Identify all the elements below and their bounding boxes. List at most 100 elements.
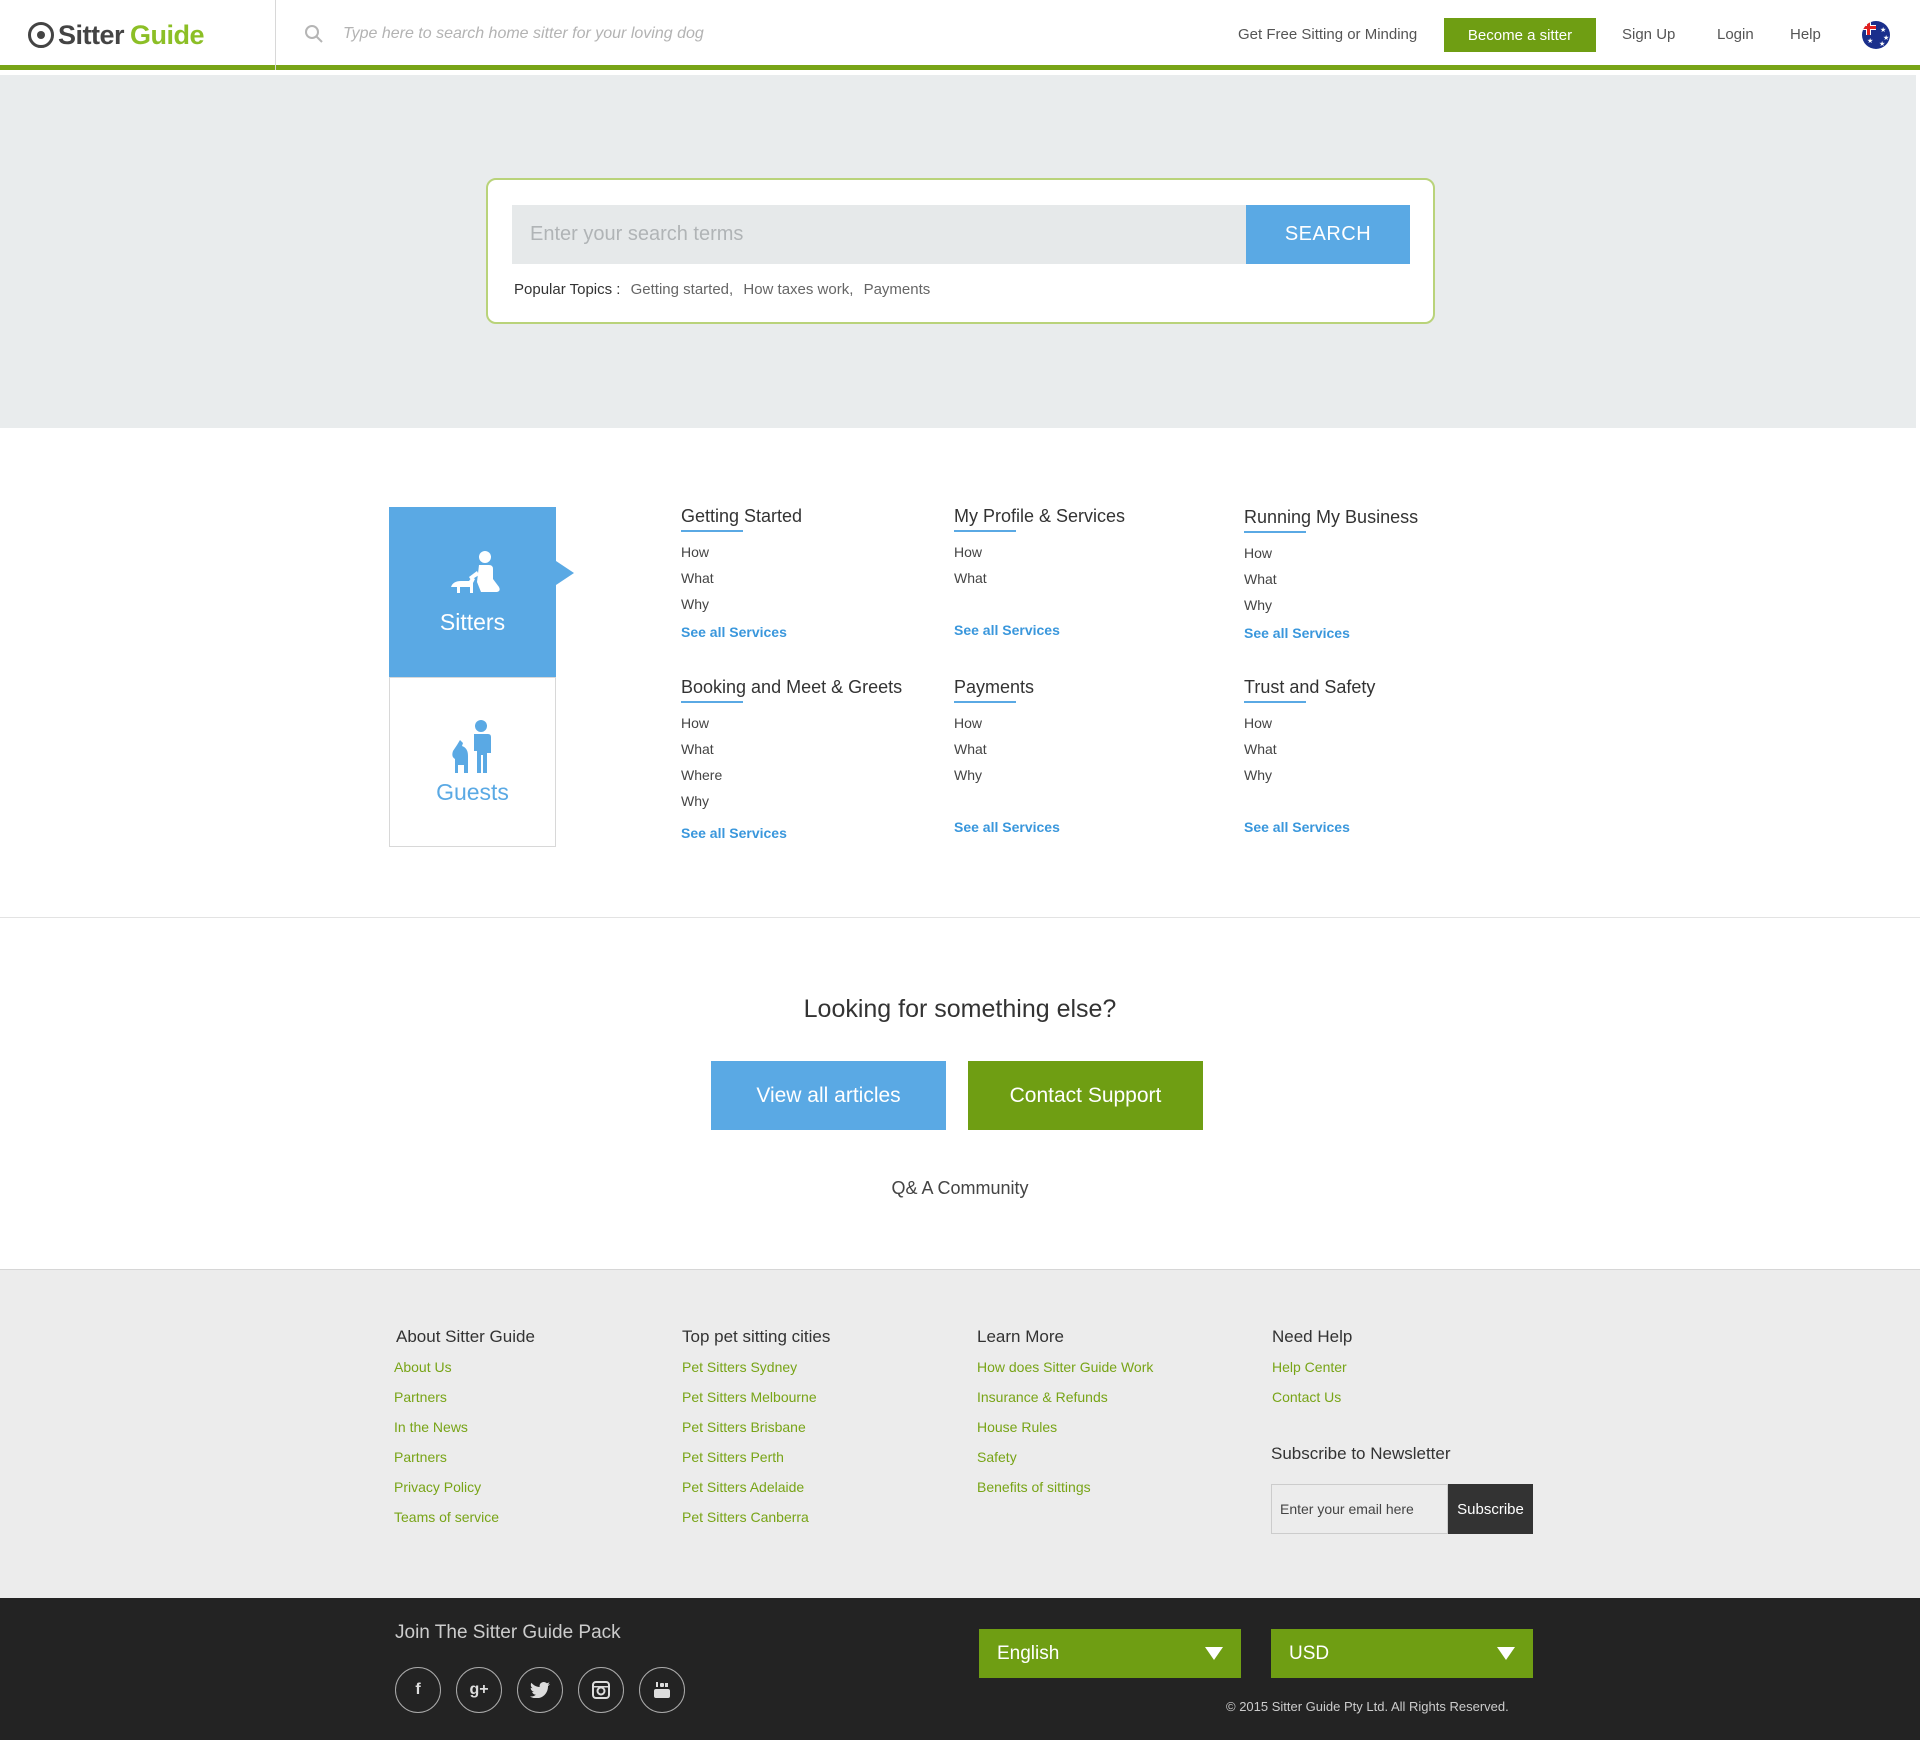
popular-topic-link[interactable]: Getting started,: [631, 281, 734, 298]
popular-topics: Popular Topics : Getting started, How ta…: [514, 281, 930, 298]
footer-link[interactable]: Pet Sitters Adelaide: [682, 1477, 830, 1507]
topic-link[interactable]: How: [681, 715, 941, 741]
popular-topics-label: Popular Topics :: [514, 281, 621, 298]
see-all-services-link[interactable]: See all Services: [954, 819, 1214, 835]
facebook-icon[interactable]: f: [395, 1667, 441, 1713]
subscribe-button[interactable]: Subscribe: [1448, 1484, 1533, 1534]
language-select-value: English: [997, 1642, 1060, 1664]
nav-sign-up[interactable]: Sign Up: [1622, 26, 1675, 43]
see-all-services-link[interactable]: See all Services: [681, 825, 941, 841]
popular-topic-link[interactable]: How taxes work,: [743, 281, 853, 298]
currency-select[interactable]: USD: [1271, 1629, 1533, 1678]
header-search-input[interactable]: [343, 20, 863, 48]
copyright-text: © 2015 Sitter Guide Pty Ltd. All Rights …: [1226, 1699, 1509, 1714]
topic-getting-started: Getting Started How What Why See all Ser…: [681, 506, 941, 640]
currency-select-value: USD: [1289, 1642, 1330, 1664]
topic-link[interactable]: Why: [954, 767, 1214, 793]
footer-link[interactable]: Pet Sitters Melbourne: [682, 1387, 830, 1417]
topic-link[interactable]: What: [954, 741, 1214, 767]
footer-link[interactable]: Pet Sitters Perth: [682, 1447, 830, 1477]
footer-link[interactable]: House Rules: [977, 1417, 1153, 1447]
see-all-services-link[interactable]: See all Services: [1244, 625, 1504, 641]
view-all-articles-button[interactable]: View all articles: [711, 1061, 946, 1130]
footer-bottom: Join The Sitter Guide Pack f g+ English …: [0, 1598, 1920, 1740]
nav-get-free-sitting[interactable]: Get Free Sitting or Minding: [1238, 26, 1417, 43]
topic-link[interactable]: What: [681, 570, 941, 596]
see-all-services-link[interactable]: See all Services: [954, 622, 1214, 638]
topic-link[interactable]: Why: [681, 596, 941, 622]
footer-link[interactable]: Benefits of sittings: [977, 1477, 1153, 1507]
topic-link[interactable]: What: [1244, 741, 1504, 767]
topic-link[interactable]: How: [681, 544, 941, 570]
header-divider: [275, 0, 276, 70]
nav-login[interactable]: Login: [1717, 26, 1754, 43]
footer-link[interactable]: How does Sitter Guide Work: [977, 1357, 1153, 1387]
topic-link[interactable]: What: [681, 741, 941, 767]
tab-sitters[interactable]: Sitters: [389, 507, 574, 677]
footer-link[interactable]: Contact Us: [1272, 1387, 1352, 1417]
instagram-icon[interactable]: [578, 1667, 624, 1713]
topic-title[interactable]: Trust and Safety: [1244, 677, 1375, 703]
social-links: f g+: [395, 1667, 685, 1713]
google-plus-icon[interactable]: g+: [456, 1667, 502, 1713]
sitter-with-dog-icon: [450, 550, 500, 593]
topic-link[interactable]: Why: [1244, 597, 1504, 623]
footer-col-learn-more: Learn More How does Sitter Guide Work In…: [977, 1327, 1153, 1507]
see-all-services-link[interactable]: See all Services: [681, 624, 941, 640]
topic-trust-safety: Trust and Safety How What Why See all Se…: [1244, 677, 1504, 835]
topic-link[interactable]: What: [954, 570, 1214, 596]
popular-topic-link[interactable]: Payments: [864, 281, 931, 298]
footer-link[interactable]: Privacy Policy: [394, 1477, 535, 1507]
topic-link[interactable]: Where: [681, 767, 941, 793]
australia-flag-icon[interactable]: ★ ★ ★ ★: [1862, 21, 1890, 49]
youtube-icon[interactable]: [639, 1667, 685, 1713]
newsletter-title: Subscribe to Newsletter: [1271, 1444, 1451, 1463]
footer-link[interactable]: Teams of service: [394, 1507, 535, 1537]
topic-link[interactable]: What: [1244, 571, 1504, 597]
qa-community-link[interactable]: Q& A Community: [0, 1178, 1920, 1199]
nav-help[interactable]: Help: [1790, 26, 1821, 43]
chevron-down-icon: [1205, 1647, 1223, 1660]
language-select[interactable]: English: [979, 1629, 1241, 1678]
topic-payments: Payments How What Why See all Services: [954, 677, 1214, 835]
help-search-box: SEARCH Popular Topics : Getting started,…: [486, 178, 1435, 324]
site-header: Sitter Guide Get Free Sitting or Minding…: [0, 0, 1920, 70]
footer-col-about: About Sitter Guide About Us Partners In …: [394, 1327, 535, 1537]
footer-link[interactable]: Partners: [394, 1387, 535, 1417]
topic-my-profile-services: My Profile & Services How What See all S…: [954, 506, 1214, 638]
see-all-services-link[interactable]: See all Services: [1244, 819, 1504, 835]
footer-link[interactable]: Partners: [394, 1447, 535, 1477]
footer-link[interactable]: About Us: [394, 1357, 535, 1387]
footer-link[interactable]: Safety: [977, 1447, 1153, 1477]
topic-link[interactable]: Why: [1244, 767, 1504, 793]
footer-link[interactable]: In the News: [394, 1417, 535, 1447]
contact-support-button[interactable]: Contact Support: [968, 1061, 1203, 1130]
topic-title[interactable]: Booking and Meet & Greets: [681, 677, 902, 703]
footer-link[interactable]: Pet Sitters Brisbane: [682, 1417, 830, 1447]
footer-col-title: Need Help: [1272, 1327, 1353, 1346]
footer-col-cities: Top pet sitting cities Pet Sitters Sydne…: [682, 1327, 830, 1537]
topic-title[interactable]: Running My Business: [1244, 507, 1418, 533]
footer-col-need-help: Need Help Help Center Contact Us: [1272, 1327, 1352, 1417]
twitter-icon[interactable]: [517, 1667, 563, 1713]
topic-link[interactable]: How: [1244, 715, 1504, 741]
topic-link[interactable]: How: [954, 544, 1214, 570]
become-sitter-button[interactable]: Become a sitter: [1444, 18, 1596, 52]
topic-link[interactable]: Why: [681, 793, 941, 819]
newsletter-email-input[interactable]: [1271, 1484, 1448, 1534]
footer-link[interactable]: Pet Sitters Sydney: [682, 1357, 830, 1387]
topic-title[interactable]: My Profile & Services: [954, 506, 1125, 532]
topic-title[interactable]: Payments: [954, 677, 1034, 703]
guest-with-dog-icon: [451, 719, 491, 773]
site-logo[interactable]: Sitter Guide: [28, 18, 205, 52]
footer-col-title: Top pet sitting cities: [682, 1327, 831, 1346]
help-search-input[interactable]: [512, 205, 1246, 264]
topic-link[interactable]: How: [954, 715, 1214, 741]
footer-link[interactable]: Help Center: [1272, 1357, 1352, 1387]
footer-link[interactable]: Insurance & Refunds: [977, 1387, 1153, 1417]
footer-link[interactable]: Pet Sitters Canberra: [682, 1507, 830, 1537]
tab-guests[interactable]: Guests: [389, 677, 556, 847]
topic-link[interactable]: How: [1244, 545, 1504, 571]
topic-title[interactable]: Getting Started: [681, 506, 802, 532]
search-button[interactable]: SEARCH: [1246, 205, 1410, 264]
